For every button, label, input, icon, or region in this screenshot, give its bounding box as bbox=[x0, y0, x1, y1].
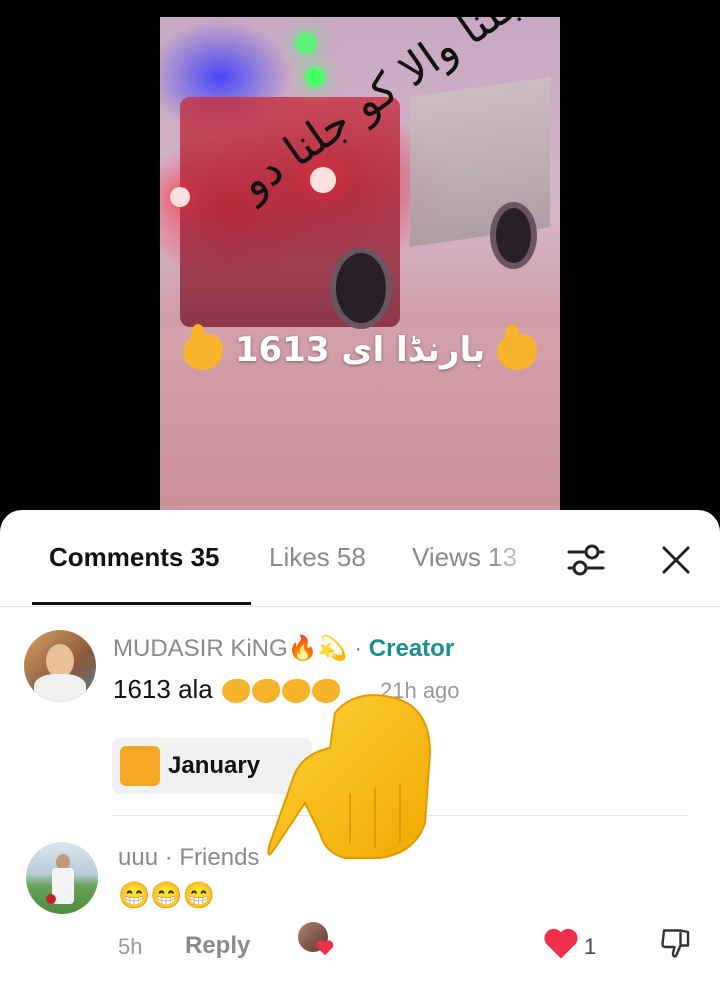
like-count: 1 bbox=[584, 934, 597, 959]
comment-username[interactable]: MUDASIR KiNG bbox=[113, 635, 288, 662]
tab-comments[interactable]: Comments 35 bbox=[49, 542, 220, 573]
thumbs-down-icon[interactable] bbox=[658, 926, 694, 962]
sparkle-icon bbox=[120, 746, 160, 786]
flexed-biceps-icon bbox=[222, 679, 250, 704]
truck-wheel bbox=[490, 202, 537, 269]
light-glow bbox=[305, 67, 325, 87]
pointing-hand-icon bbox=[267, 694, 432, 859]
flexed-biceps-icon bbox=[183, 323, 223, 370]
comment-text: 😁😁😁 bbox=[118, 880, 216, 910]
close-icon[interactable] bbox=[656, 540, 696, 580]
separator-dot: · bbox=[354, 635, 363, 662]
comment-timestamp: 5h bbox=[118, 934, 143, 959]
avatar[interactable] bbox=[26, 842, 98, 914]
light-glow bbox=[170, 187, 190, 207]
caption-urdu: بارنڈا ای bbox=[341, 330, 486, 370]
heart-icon[interactable] bbox=[543, 928, 579, 960]
creator-badge: Creator bbox=[368, 635, 455, 662]
video-preview[interactable]: جلنا والا کو جلنا دو بارنڈا ای 1613 bbox=[160, 17, 560, 517]
heart-badge-icon bbox=[316, 940, 334, 956]
comment-username[interactable]: uuu bbox=[118, 844, 158, 871]
light-glow bbox=[295, 32, 317, 54]
tab-fade bbox=[490, 530, 540, 590]
tab-underline bbox=[32, 602, 251, 605]
tab-likes[interactable]: Likes 58 bbox=[269, 542, 366, 573]
light-glow bbox=[310, 167, 336, 193]
friends-label: Friends bbox=[179, 844, 260, 871]
truck-wheel bbox=[330, 247, 392, 329]
video-caption: بارنڈا ای 1613 bbox=[160, 323, 560, 370]
pill-label: January bbox=[168, 752, 261, 779]
comment-text: 1613 ala bbox=[113, 674, 213, 704]
comment-username-row: uuu · Friends bbox=[118, 844, 259, 872]
reply-button[interactable]: Reply bbox=[185, 932, 250, 960]
caption-number: 1613 bbox=[234, 330, 330, 370]
separator-dot: · bbox=[164, 844, 173, 871]
username-emoji: 🔥💫 bbox=[287, 635, 348, 662]
avatar[interactable] bbox=[24, 630, 96, 702]
sliders-icon[interactable] bbox=[566, 540, 606, 580]
tab-bar: Comments 35 Likes 58 Views 13 bbox=[0, 510, 720, 607]
comment-username-row: MUDASIR KiNG🔥💫 · Creator bbox=[113, 634, 454, 663]
flexed-biceps-icon bbox=[497, 323, 537, 370]
